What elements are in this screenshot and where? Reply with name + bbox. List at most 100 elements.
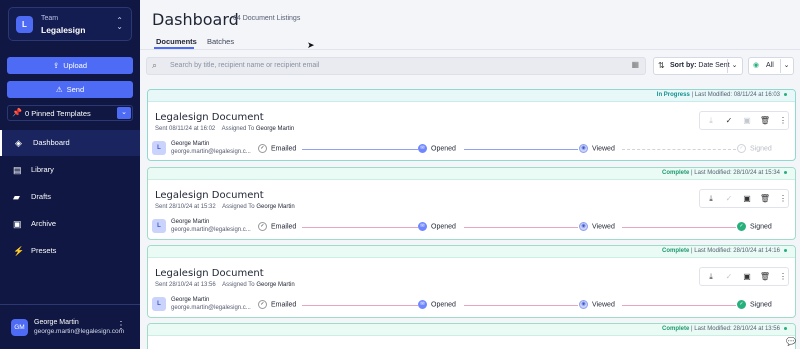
warning-icon: ⚠ — [55, 85, 63, 94]
opened-icon: ✉ — [418, 222, 427, 231]
step-emailed: ✓ Emailed — [258, 222, 296, 231]
nav-presets[interactable]: ⚡ Presets — [0, 238, 140, 264]
chevron-down-icon[interactable]: ⌄ — [727, 59, 741, 73]
signed-icon: ✓ — [737, 144, 746, 153]
emailed-icon: ✓ — [258, 300, 267, 309]
chat-icon[interactable]: 💬 — [786, 337, 796, 346]
download-icon[interactable]: ⤓ — [705, 115, 717, 127]
send-button[interactable]: ⚠ Send — [7, 81, 133, 98]
library-icon: ▤ — [13, 165, 22, 175]
signed-icon: ✓ — [737, 300, 746, 309]
archive-icon[interactable]: ▣ — [741, 115, 753, 127]
more-icon[interactable]: ⋮ — [116, 320, 126, 331]
check-icon[interactable]: ✓ — [723, 115, 735, 127]
step-opened: ✉ Opened — [418, 300, 456, 309]
recipient-name: George Martin — [171, 297, 210, 303]
progress-line — [464, 227, 578, 228]
document-title[interactable]: Legalesign Document — [155, 190, 264, 201]
more-icon[interactable]: ⋮ — [777, 115, 789, 127]
main-content: Dashboard 64 Document Listings Documents… — [140, 0, 800, 349]
search-placeholder: Search by title, recipient name or recip… — [170, 62, 320, 69]
more-icon[interactable]: ⋮ — [777, 193, 789, 205]
eye-icon: ◉ — [579, 144, 588, 153]
trash-icon[interactable]: 🗑 — [759, 193, 771, 205]
sort-select[interactable]: ⇅ Sort by: Date Sent ⌄ — [653, 57, 743, 75]
more-icon[interactable]: ⋮ — [777, 271, 789, 283]
document-sent: Sent 28/10/24 at 13:56 Assigned To Georg… — [155, 282, 295, 288]
opened-icon: ✉ — [418, 144, 427, 153]
page-title: Dashboard — [152, 10, 239, 29]
nav-drafts[interactable]: ▰ Drafts — [0, 184, 140, 210]
check-icon[interactable]: ✓ — [723, 271, 735, 283]
tab-documents[interactable]: Documents — [156, 37, 197, 46]
trash-icon[interactable]: 🗑 — [759, 115, 771, 127]
status-badge: Complete | Last Modified: 28/10/24 at 14… — [662, 248, 787, 254]
filter-toggle-icon: ◉ — [753, 62, 760, 69]
recipient-avatar: L — [152, 141, 166, 155]
archive-icon[interactable]: ▣ — [741, 193, 753, 205]
user-profile[interactable]: GM George Martin george.martin@legalesig… — [0, 304, 140, 349]
team-switcher[interactable]: L Team Legalesign ⌃ ⌄ — [8, 7, 132, 41]
nav-archive[interactable]: ▣ Archive — [0, 211, 140, 237]
progress-line — [622, 227, 736, 228]
step-signed: ✓ Signed — [737, 222, 772, 231]
card-actions: ⤓ ✓ ▣ 🗑 ⋮ — [699, 267, 789, 286]
drafts-icon: ▰ — [13, 192, 20, 202]
recipient-email: george.martin@legalesign.c... — [171, 305, 251, 311]
status-badge: In Progress | Last Modified: 08/11/24 at… — [657, 92, 787, 98]
document-sent: Sent 08/11/24 at 16:02 Assigned To Georg… — [155, 126, 295, 132]
document-card[interactable]: Complete | Last Modified: 28/10/24 at 14… — [147, 245, 796, 318]
step-emailed: ✓ Emailed — [258, 300, 296, 309]
document-card[interactable]: Complete | Last Modified: 28/10/24 at 13… — [147, 323, 796, 349]
team-avatar: L — [16, 16, 33, 33]
tab-divider — [140, 49, 800, 50]
step-emailed: ✓ Emailed — [258, 144, 296, 153]
card-status-bar: In Progress | Last Modified: 08/11/24 at… — [148, 90, 795, 102]
document-card[interactable]: Complete | Last Modified: 28/10/24 at 15… — [147, 167, 796, 240]
nav-dashboard[interactable]: ◈ Dashboard — [0, 130, 140, 156]
search-input[interactable]: ⌕ Search by title, recipient name or rec… — [146, 57, 646, 75]
document-title[interactable]: Legalesign Document — [155, 268, 264, 279]
status-badge: Complete | Last Modified: 28/10/24 at 15… — [662, 170, 787, 176]
card-status-bar: Complete | Last Modified: 28/10/24 at 14… — [148, 246, 795, 258]
recipient-email: george.martin@legalesign.c... — [171, 149, 251, 155]
chevron-down-icon[interactable]: ⌄ — [780, 59, 792, 73]
document-count: 64 Document Listings — [233, 15, 301, 22]
step-opened: ✉ Opened — [418, 144, 456, 153]
team-label: Team — [41, 15, 59, 22]
step-signed: ✓ Signed — [737, 144, 772, 153]
trash-icon[interactable]: 🗑 — [759, 271, 771, 283]
document-card[interactable]: In Progress | Last Modified: 08/11/24 at… — [147, 89, 796, 161]
progress-line — [622, 305, 736, 306]
tab-batches[interactable]: Batches — [207, 37, 234, 46]
archive-icon[interactable]: ▣ — [741, 271, 753, 283]
progress-line — [464, 149, 578, 150]
emailed-icon: ✓ — [258, 222, 267, 231]
progress-line — [302, 227, 418, 228]
pinned-dropdown-button[interactable]: ⌄ — [117, 107, 131, 119]
status-filter[interactable]: ◉ All ⌄ — [748, 57, 794, 75]
step-viewed: ◉ Viewed — [579, 144, 615, 153]
upload-icon: ⇪ — [52, 61, 60, 70]
sidebar: L Team Legalesign ⌃ ⌄ ⇪ Upload ⚠ Send 📌 0 P… — [0, 0, 140, 349]
recipient-avatar: L — [152, 297, 166, 311]
recipient-name: George Martin — [171, 141, 210, 147]
download-icon[interactable]: ⤓ — [705, 193, 717, 205]
nav-library[interactable]: ▤ Library — [0, 157, 140, 183]
chevron-updown-icon: ⌃ ⌄ — [116, 16, 123, 31]
lightning-icon: ⚡ — [13, 246, 25, 256]
pinned-templates[interactable]: 📌 0 Pinned Templates ⌄ — [7, 105, 133, 121]
user-email: george.martin@legalesign.com — [34, 328, 125, 335]
emailed-icon: ✓ — [258, 144, 267, 153]
progress-line — [302, 149, 418, 150]
pin-icon: 📌 — [12, 108, 22, 117]
card-status-bar: Complete | Last Modified: 28/10/24 at 15… — [148, 168, 795, 180]
document-title[interactable]: Legalesign Document — [155, 112, 264, 123]
check-icon[interactable]: ✓ — [723, 193, 735, 205]
download-icon[interactable]: ⤓ — [705, 271, 717, 283]
recipient-name: George Martin — [171, 219, 210, 225]
upload-button[interactable]: ⇪ Upload — [7, 57, 133, 74]
calendar-icon[interactable]: ▦ — [631, 60, 639, 69]
status-badge: Complete | Last Modified: 28/10/24 at 13… — [662, 326, 787, 332]
team-name: Legalesign — [41, 25, 86, 35]
